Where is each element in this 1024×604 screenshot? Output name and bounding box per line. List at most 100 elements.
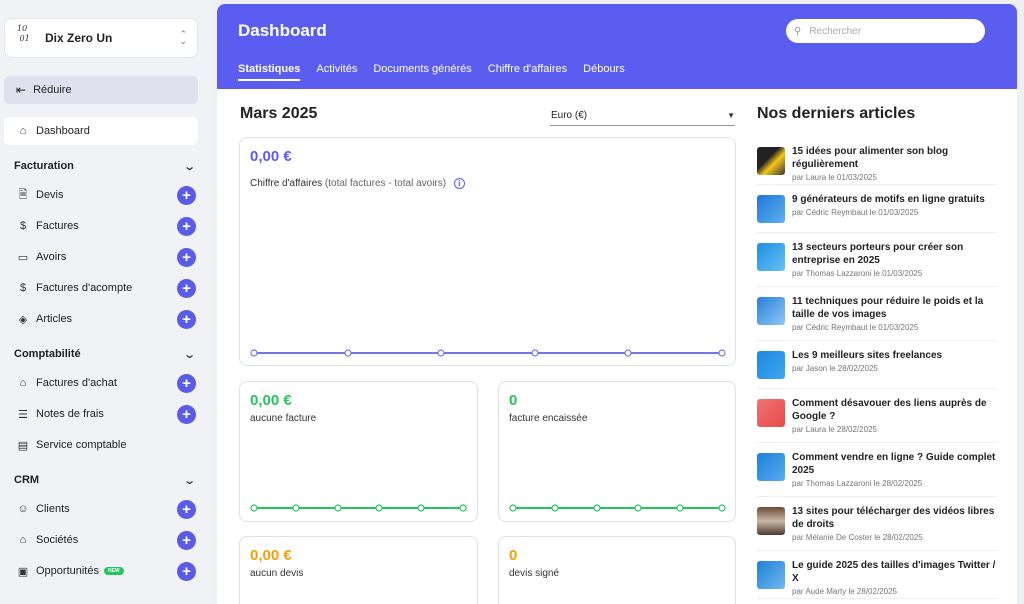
article-meta: par Aude Marty le 28/02/2025 (792, 587, 897, 596)
tab-activites[interactable]: Activités (316, 63, 357, 81)
revenue-sublabel: (total factures - total avoirs) (324, 178, 447, 190)
article-thumbnail (757, 351, 785, 379)
currency-select[interactable]: Euro (€) ▼ (550, 105, 735, 126)
add-societe-button[interactable]: + (177, 530, 196, 550)
article-item[interactable]: 15 idées pour alimenter son blog réguliè… (757, 145, 997, 185)
article-thumbnail (757, 147, 785, 175)
sidebar-item-articles[interactable]: ◈ Articles + (16, 308, 196, 330)
section-title: Facturation (14, 160, 74, 172)
contact-icon: ☺ (17, 503, 29, 515)
article-item[interactable]: 13 sites pour télécharger des vidéos lib… (757, 505, 997, 551)
add-opportunite-button[interactable]: + (177, 561, 196, 581)
chevron-down-icon: ⌄ (182, 348, 196, 361)
revenue-sparkline (250, 349, 726, 357)
add-acompte-button[interactable]: + (177, 278, 196, 298)
company-switcher[interactable]: 10 01 Dix Zero Un ⌃ ⌄ (4, 18, 198, 58)
tab-chiffre-affaires[interactable]: Chiffre d'affaires (488, 63, 567, 81)
sidebar-item-avoirs[interactable]: ▭ Avoirs + (16, 246, 196, 268)
article-item[interactable]: 11 techniques pour réduire le poids et l… (757, 295, 997, 341)
sidebar-item-societes[interactable]: ⌂ Sociétés + (16, 529, 196, 551)
article-thumbnail (757, 453, 785, 481)
sidebar-item-devis[interactable]: 🗎 Devis + (16, 184, 196, 206)
add-devis-button[interactable]: + (177, 185, 196, 205)
add-facture-achat-button[interactable]: + (177, 373, 196, 393)
dashboard-header: Dashboard ⚲ Statistiques Activités Docum… (217, 4, 1017, 89)
article-item[interactable]: Les 9 meilleurs sites freelances par Jaso… (757, 349, 997, 389)
sidebar-item-factures-acompte[interactable]: $ Factures d'acompte + (16, 277, 196, 299)
tag-icon: ◈ (18, 313, 28, 326)
section-title: CRM (14, 474, 40, 486)
stat-card-devis: 0,00 € aucun devis (239, 536, 478, 604)
sidebar-item-factures-achat[interactable]: ⌂ Factures d'achat + (16, 372, 196, 394)
article-item[interactable]: Le guide 2025 des tailles d'images Twitt… (757, 559, 997, 599)
add-avoir-button[interactable]: + (177, 247, 196, 267)
article-meta: par Cédric Reymbaut le 01/03/2025 (792, 208, 919, 217)
article-meta: par Laura le 01/03/2025 (792, 173, 877, 182)
document-icon: 🗎 (18, 188, 28, 201)
revenue-caption: Chiffre d'affaires (total factures - tot… (250, 178, 465, 189)
stat-label: aucun devis (250, 568, 304, 579)
chevron-updown-icon: ⌃ ⌄ (179, 29, 187, 46)
sidebar-item-opportunites[interactable]: ▣ Opportunités NEW + (16, 560, 196, 582)
section-comptabilite[interactable]: Comptabilité ⌄ (14, 345, 196, 363)
sidebar-item-notes-frais[interactable]: ☰ Notes de frais + (16, 403, 196, 425)
add-note-frais-button[interactable]: + (177, 404, 196, 424)
article-thumbnail (757, 243, 785, 271)
section-facturation[interactable]: Facturation ⌄ (14, 157, 196, 175)
article-meta: par Mélanie De Coster le 28/02/2025 (792, 533, 923, 542)
chevron-down-icon: ⌄ (182, 474, 196, 487)
sidebar-item-label: Notes de frais (36, 408, 104, 420)
company-name: Dix Zero Un (45, 31, 113, 45)
chevron-down-icon: ⌄ (182, 160, 196, 173)
stat-label: aucune facture (250, 413, 317, 424)
reduce-button[interactable]: ⇤ Réduire (4, 76, 198, 104)
stat-value: 0,00 € (250, 392, 292, 409)
sidebar-item-factures[interactable]: $ Factures + (16, 215, 196, 237)
factures-sparkline (250, 504, 467, 512)
add-article-button[interactable]: + (177, 309, 196, 329)
add-client-button[interactable]: + (177, 499, 196, 519)
article-item[interactable]: 13 secteurs porteurs pour créer son entr… (757, 241, 997, 287)
reduce-label: Réduire (33, 84, 72, 96)
sidebar-item-label: Devis (36, 189, 64, 201)
article-item[interactable]: Comment désavouer des liens auprès de Go… (757, 397, 997, 443)
article-title: 15 idées pour alimenter son blog réguliè… (792, 146, 949, 170)
stat-value: 0 (509, 547, 518, 564)
revenue-card: 0,00 € Chiffre d'affaires (total facture… (239, 137, 736, 366)
section-crm[interactable]: CRM ⌄ (14, 471, 196, 489)
sidebar-item-dashboard[interactable]: ⌂ Dashboard (4, 117, 198, 145)
search-box[interactable]: ⚲ (786, 19, 985, 43)
month-title: Mars 2025 (240, 105, 318, 122)
article-item[interactable]: Comment vendre en ligne ? Guide complet … (757, 451, 997, 497)
article-title: 13 sites pour télécharger des vidéos lib… (792, 506, 995, 530)
encaissee-sparkline (509, 504, 726, 512)
article-title: 13 secteurs porteurs pour créer son entr… (792, 242, 964, 266)
receipt-icon: ☰ (18, 408, 28, 421)
sidebar-item-clients[interactable]: ☺ Clients + (16, 498, 196, 520)
revenue-value: 0,00 € (250, 148, 292, 165)
sidebar-item-label: Factures d'acompte (36, 282, 133, 294)
article-title: Les 9 meilleurs sites freelances (792, 350, 943, 361)
article-meta: par Laura le 28/02/2025 (792, 425, 877, 434)
sidebar-item-service-comptable[interactable]: ▤ Service comptable (16, 434, 196, 456)
sidebar-item-label: Sociétés (36, 534, 79, 546)
search-input[interactable] (809, 25, 970, 37)
currency-value: Euro (€) (551, 109, 588, 121)
article-title: Comment vendre en ligne ? Guide complet … (792, 452, 996, 476)
building-icon: ⌂ (19, 534, 27, 546)
stat-card-devis-signe: 0 devis signé (498, 536, 736, 604)
article-thumbnail (757, 297, 785, 325)
invoice-icon: $ (19, 220, 27, 232)
sidebar-item-label: Opportunités (36, 565, 99, 577)
tab-statistiques[interactable]: Statistiques (238, 63, 301, 81)
article-item[interactable]: 9 générateurs de motifs en ligne gratuit… (757, 193, 997, 233)
calculator-icon: ▤ (17, 439, 29, 452)
tab-debours[interactable]: Débours (583, 63, 625, 81)
page-title: Dashboard (238, 21, 327, 40)
section-title: Comptabilité (14, 348, 81, 360)
info-icon[interactable]: i (453, 178, 465, 189)
add-facture-button[interactable]: + (177, 216, 196, 236)
tab-documents-generes[interactable]: Documents générés (373, 63, 471, 81)
stat-label: facture encaissée (509, 413, 588, 424)
sidebar-item-label: Factures d'achat (36, 377, 117, 389)
